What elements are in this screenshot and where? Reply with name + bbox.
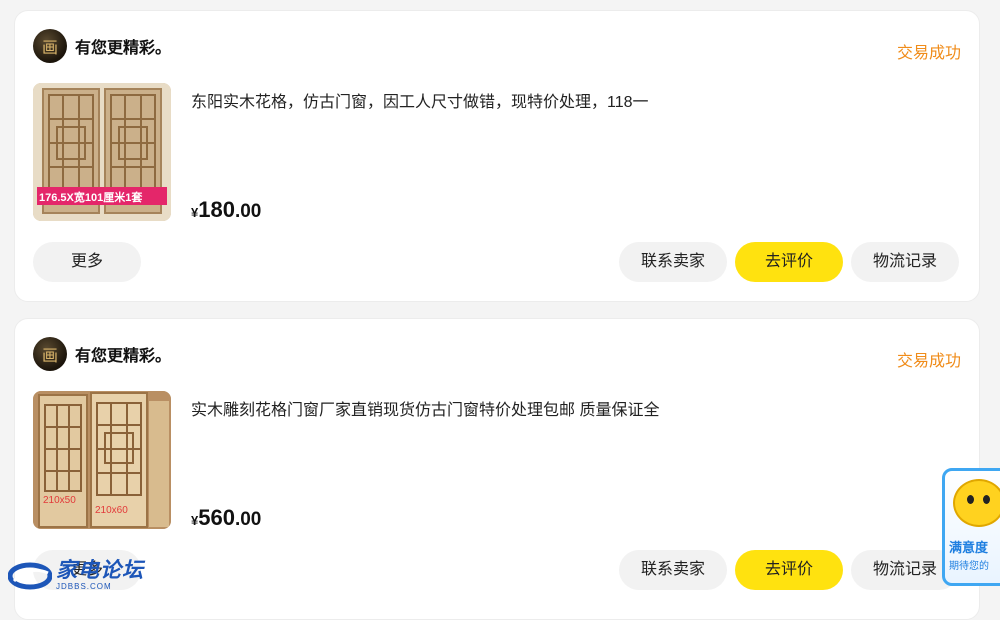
watermark-title: 家电论坛 xyxy=(56,559,144,582)
avatar-glyph: 画 xyxy=(41,346,58,365)
watermark-subtitle: JDBBS.COM xyxy=(56,582,112,591)
seller-name[interactable]: 有您更精彩。 xyxy=(75,342,171,366)
review-button[interactable]: 去评价 xyxy=(735,242,843,282)
product-thumbnail[interactable]: 210x50 210x60 xyxy=(33,391,171,529)
logistics-button[interactable]: 物流记录 xyxy=(851,242,959,282)
product-title[interactable]: 实木雕刻花格门窗厂家直销现货仿古门窗特价处理包邮 质量保证全 xyxy=(191,396,659,420)
price-decimal: .00 xyxy=(234,201,262,222)
badge-title: 满意度 xyxy=(949,540,989,555)
more-button[interactable]: 更多 xyxy=(33,242,141,282)
product-title[interactable]: 东阳实木花格，仿古门窗，因工人尺寸做错，现特价处理，118一 xyxy=(191,88,649,112)
product-price: ¥560.00 xyxy=(191,505,261,531)
swirl-logo-icon xyxy=(8,562,52,589)
seller-avatar[interactable]: 画 xyxy=(33,29,67,63)
product-thumbnail[interactable]: 176.5X宽101厘米1套 xyxy=(33,83,171,221)
avatar-glyph: 画 xyxy=(41,38,58,57)
order-status: 交易成功 xyxy=(896,353,961,370)
seller-avatar[interactable]: 画 xyxy=(33,337,67,371)
smiley-icon xyxy=(953,479,1000,527)
product-price: ¥180.00 xyxy=(191,197,261,223)
review-button[interactable]: 去评价 xyxy=(735,550,843,590)
price-decimal: .00 xyxy=(234,509,262,530)
forum-watermark-logo: 家电论坛 JDBBS.COM xyxy=(8,560,144,591)
price-integer: 180 xyxy=(198,197,235,222)
contact-seller-button[interactable]: 联系卖家 xyxy=(619,242,727,282)
price-integer: 560 xyxy=(198,505,235,530)
size-label: 210x50 xyxy=(43,495,76,506)
seller-info[interactable]: 画 有您更精彩。 xyxy=(33,29,171,63)
order-card: 画 有您更精彩。 交易成功 176.5X宽101厘米1套 东阳实木花格，仿古门窗… xyxy=(14,10,980,302)
badge-subtitle: 期待您的 xyxy=(949,561,989,572)
size-label: 210x60 xyxy=(95,505,128,516)
satisfaction-survey-badge[interactable]: 满意度 期待您的 xyxy=(942,468,1000,586)
order-card: 画 有您更精彩。 交易成功 210x50 210x60 实木雕刻花格门窗厂家直销… xyxy=(14,318,980,620)
seller-info[interactable]: 画 有您更精彩。 xyxy=(33,337,171,371)
contact-seller-button[interactable]: 联系卖家 xyxy=(619,550,727,590)
thumbnail-caption: 176.5X宽101厘米1套 xyxy=(39,192,143,204)
seller-name[interactable]: 有您更精彩。 xyxy=(75,34,171,58)
order-status: 交易成功 xyxy=(896,45,961,62)
